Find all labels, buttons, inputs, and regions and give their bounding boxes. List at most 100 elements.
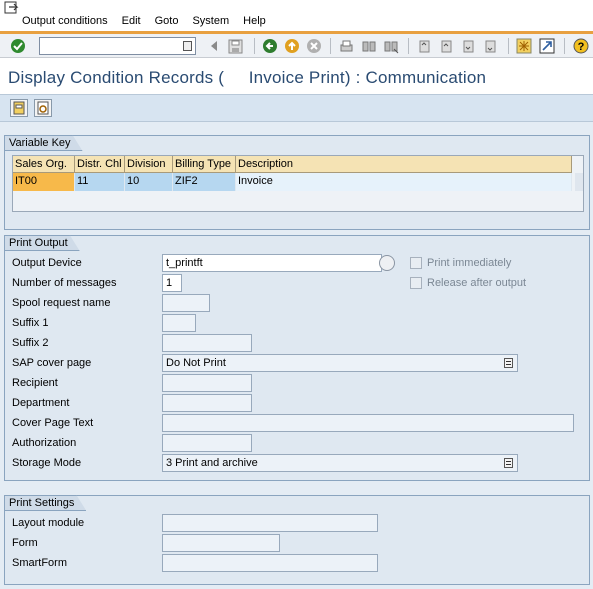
print-immediately-checkbox[interactable]: [410, 257, 422, 269]
smartform-field[interactable]: [162, 554, 378, 572]
suffix2-field[interactable]: [162, 334, 252, 352]
menu-help[interactable]: Help: [243, 15, 266, 27]
cover-text-label: Cover Page Text: [12, 417, 94, 429]
column-division[interactable]: Division: [125, 156, 173, 173]
recipient-label: Recipient: [12, 377, 58, 389]
exit-icon[interactable]: [284, 38, 300, 54]
table-scrollbar[interactable]: [575, 173, 583, 191]
spool-field[interactable]: [162, 294, 210, 312]
cover-text-row: Cover Page Text: [12, 414, 582, 432]
storage-mode-select[interactable]: 3 Print and archive: [162, 454, 518, 472]
variable-key-title: Variable Key: [4, 135, 83, 151]
next-page-icon[interactable]: [460, 38, 476, 54]
authorization-label: Authorization: [12, 437, 77, 449]
cover-page-select[interactable]: Do Not Print: [162, 354, 518, 372]
department-field[interactable]: [162, 394, 252, 412]
print-icon[interactable]: [338, 38, 354, 54]
column-billing-type[interactable]: Billing Type: [173, 156, 236, 173]
command-field[interactable]: [39, 37, 196, 55]
column-distr-chl[interactable]: Distr. Chl: [75, 156, 125, 173]
first-page-icon[interactable]: [416, 38, 432, 54]
svg-text:?: ?: [578, 41, 585, 53]
menu-output-conditions[interactable]: Output conditions: [22, 15, 108, 27]
column-sales-org[interactable]: Sales Org.: [13, 156, 75, 173]
authorization-field[interactable]: [162, 434, 252, 452]
table-header: Sales Org. Distr. Chl Division Billing T…: [13, 156, 572, 173]
layout-module-row: Layout module: [12, 514, 582, 532]
page-title: Display Condition Records ( Invoice Prin…: [8, 68, 487, 87]
shortcut-icon[interactable]: [539, 38, 555, 54]
column-description[interactable]: Description: [236, 156, 572, 173]
print-settings-title: Print Settings: [4, 495, 86, 511]
suffix1-field[interactable]: [162, 314, 196, 332]
find-icon[interactable]: [361, 38, 377, 54]
cover-text-field[interactable]: [162, 414, 574, 432]
smartform-row: SmartForm: [12, 554, 582, 572]
other-condition-icon: [13, 101, 25, 115]
print-immediately-label: Print immediately: [427, 257, 512, 269]
system-menu-icon[interactable]: [4, 1, 20, 15]
form-field[interactable]: [162, 534, 280, 552]
dropdown-icon[interactable]: [504, 458, 513, 468]
prev-page-icon[interactable]: [438, 38, 454, 54]
value-help-icon[interactable]: [379, 255, 395, 271]
output-device-row: Output Device t_printft Print immediatel…: [12, 254, 582, 272]
help-icon[interactable]: ?: [573, 38, 589, 54]
cell-description[interactable]: Invoice: [236, 173, 572, 191]
layout-module-field[interactable]: [162, 514, 378, 532]
cell-division[interactable]: 10: [125, 173, 173, 191]
variable-key-table: Sales Org. Distr. Chl Division Billing T…: [12, 155, 584, 212]
other-condition-button[interactable]: [10, 99, 28, 117]
cell-sales-org[interactable]: IT00: [13, 173, 75, 191]
release-after-output-checkbox[interactable]: [410, 277, 422, 289]
cell-distr-chl[interactable]: 11: [75, 173, 125, 191]
suffix1-row: Suffix 1: [12, 314, 582, 332]
print-output-title: Print Output: [4, 235, 80, 251]
output-device-value: t_printft: [166, 257, 203, 269]
output-device-label: Output Device: [12, 257, 82, 269]
dropdown-icon[interactable]: [504, 358, 513, 368]
smartform-label: SmartForm: [12, 557, 67, 569]
output-device-field[interactable]: t_printft: [162, 254, 382, 272]
form-row: Form: [12, 534, 582, 552]
table-row[interactable]: IT00 11 10 ZIF2 Invoice: [13, 173, 572, 191]
cancel-icon[interactable]: [306, 38, 322, 54]
variable-key-group: Variable Key Sales Org. Distr. Chl Divis…: [4, 135, 590, 230]
storage-mode-label: Storage Mode: [12, 457, 82, 469]
num-messages-field[interactable]: 1: [162, 274, 182, 292]
suffix1-label: Suffix 1: [12, 317, 49, 329]
enter-icon[interactable]: [10, 38, 26, 54]
authorization-row: Authorization: [12, 434, 582, 452]
standard-toolbar: ?: [0, 34, 593, 58]
back-icon[interactable]: [262, 38, 278, 54]
form-label: Form: [12, 537, 38, 549]
menu-system[interactable]: System: [192, 15, 229, 27]
menu-edit[interactable]: Edit: [122, 15, 141, 27]
details-icon: [37, 101, 49, 115]
spool-row: Spool request name: [12, 294, 582, 312]
num-messages-row: Number of messages 1 Release after outpu…: [12, 274, 582, 292]
num-messages-value: 1: [166, 277, 173, 289]
storage-mode-row: Storage Mode 3 Print and archive: [12, 454, 582, 472]
command-history-icon[interactable]: [183, 41, 192, 51]
department-label: Department: [12, 397, 70, 409]
cell-billing-type[interactable]: ZIF2: [173, 173, 236, 191]
create-session-icon[interactable]: [516, 38, 532, 54]
application-toolbar: [0, 94, 593, 122]
find-next-icon[interactable]: [383, 38, 399, 54]
last-page-icon[interactable]: [482, 38, 498, 54]
details-button[interactable]: [34, 99, 52, 117]
cover-page-value: Do Not Print: [166, 357, 226, 369]
release-after-output-label: Release after output: [427, 277, 527, 289]
suffix2-label: Suffix 2: [12, 337, 49, 349]
menu-goto[interactable]: Goto: [155, 15, 179, 27]
recipient-row: Recipient: [12, 374, 582, 392]
print-output-group: Print Output Output Device t_printft Pri…: [4, 235, 590, 481]
back-arrow-icon[interactable]: [206, 38, 222, 54]
title-bar: Display Condition Records ( Invoice Prin…: [0, 58, 593, 94]
save-icon[interactable]: [227, 38, 243, 54]
num-messages-label: Number of messages: [12, 277, 117, 289]
layout-module-label: Layout module: [12, 517, 85, 529]
recipient-field[interactable]: [162, 374, 252, 392]
main-content: Variable Key Sales Org. Distr. Chl Divis…: [0, 122, 593, 589]
